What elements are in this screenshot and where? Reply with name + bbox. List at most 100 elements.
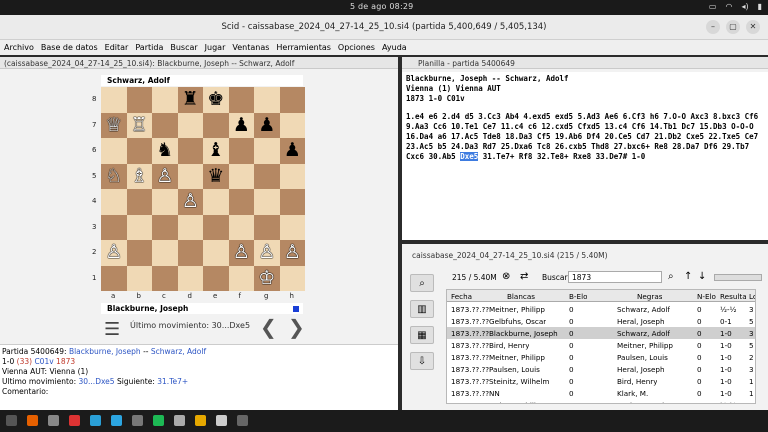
info-white-player[interactable]: Blackburne, Joseph bbox=[69, 347, 141, 356]
chess-piece[interactable]: ♙ bbox=[101, 240, 127, 266]
table-row[interactable]: 1873.??.?? Bird, Henry 0 Meitner, Philipp 0 1… bbox=[447, 339, 755, 351]
chess-piece[interactable]: ♖ bbox=[127, 113, 153, 139]
board-square[interactable] bbox=[203, 189, 229, 215]
spotify-icon[interactable] bbox=[153, 415, 164, 426]
games-panel-tab[interactable]: caissabase_2024_04_27-14_25_10.si4 (215 … bbox=[402, 248, 768, 262]
board-square[interactable] bbox=[152, 214, 178, 240]
scid-icon[interactable] bbox=[216, 415, 227, 426]
info-next-move[interactable]: 31.Te7+ bbox=[157, 377, 188, 386]
apps-icon[interactable] bbox=[6, 415, 17, 426]
board-square[interactable] bbox=[126, 214, 152, 240]
statistics-icon[interactable]: ▥ bbox=[410, 300, 434, 318]
info-eco[interactable]: C01v bbox=[34, 357, 53, 366]
menu-herramientas[interactable]: Herramientas bbox=[276, 40, 335, 55]
chess-piece[interactable]: ♟ bbox=[280, 138, 306, 164]
col-belo[interactable]: B-Elo bbox=[569, 292, 587, 301]
board-icon[interactable]: ▦ bbox=[410, 326, 434, 344]
arrow-down-icon[interactable]: ↓ bbox=[698, 271, 706, 282]
volume-icon[interactable]: ◂) bbox=[741, 2, 748, 11]
prev-move-icon[interactable]: ❮ bbox=[260, 315, 277, 339]
monitor-icon[interactable]: ▭ bbox=[709, 2, 717, 11]
menu-buscar[interactable]: Buscar bbox=[170, 40, 201, 55]
current-move-highlight[interactable]: Dxe5 bbox=[460, 152, 479, 161]
board-square[interactable] bbox=[101, 138, 127, 164]
board-square[interactable] bbox=[228, 214, 254, 240]
filter-settings-icon[interactable]: ⇄ bbox=[520, 271, 528, 282]
wifi-icon[interactable]: ◠ bbox=[725, 2, 732, 11]
board-square[interactable] bbox=[126, 189, 152, 215]
board-square[interactable] bbox=[101, 87, 127, 113]
firefox-icon[interactable] bbox=[27, 415, 38, 426]
board-square[interactable] bbox=[254, 87, 280, 113]
chess-piece[interactable]: ♞ bbox=[152, 138, 178, 164]
arrow-up-icon[interactable]: ↑ bbox=[684, 271, 692, 282]
menu-base-de-datos[interactable]: Base de datos bbox=[41, 40, 102, 55]
table-row[interactable]: 1873.??.?? Steinitz, Wilhelm 0 Bird, Henry 0… bbox=[447, 375, 755, 387]
board-square[interactable] bbox=[101, 265, 127, 291]
board-square[interactable] bbox=[177, 138, 203, 164]
menu-opciones[interactable]: Opciones bbox=[338, 40, 379, 55]
chess-piece[interactable]: ♟ bbox=[229, 113, 255, 139]
board-square[interactable] bbox=[228, 138, 254, 164]
board-square[interactable] bbox=[177, 240, 203, 266]
board-square[interactable] bbox=[126, 265, 152, 291]
app-light-icon[interactable] bbox=[174, 415, 185, 426]
col-fecha[interactable]: Fecha bbox=[451, 292, 472, 301]
minimize-icon[interactable]: – bbox=[706, 20, 720, 34]
games-table[interactable]: Fecha Blancas B-Elo Negras N-Elo Resulta… bbox=[446, 289, 756, 404]
clock[interactable]: 5 de ago 08:29 bbox=[350, 2, 413, 11]
pgn-moves[interactable]: 1.e4 e6 2.d4 d5 3.Cc3 Ab4 4.exd5 exd5 5.… bbox=[406, 112, 764, 162]
chess-piece[interactable]: ♝ bbox=[203, 138, 229, 164]
chess-piece[interactable]: ♔ bbox=[254, 266, 280, 292]
board-square[interactable] bbox=[254, 163, 280, 189]
board-square[interactable] bbox=[177, 163, 203, 189]
chess-piece[interactable]: ♙ bbox=[178, 189, 204, 215]
chess-piece[interactable]: ♕ bbox=[101, 113, 127, 139]
board-square[interactable] bbox=[177, 265, 203, 291]
info-last-move[interactable]: 30...Dxe5 bbox=[79, 377, 115, 386]
board-square[interactable] bbox=[279, 214, 305, 240]
col-negras[interactable]: Negras bbox=[637, 292, 662, 301]
menu-partida[interactable]: Partida bbox=[135, 40, 167, 55]
magnifier-icon[interactable]: ⌕ bbox=[410, 274, 434, 292]
col-resultado[interactable]: Resulta bbox=[720, 292, 747, 301]
board-square[interactable] bbox=[203, 112, 229, 138]
board-square[interactable] bbox=[228, 87, 254, 113]
col-blancas[interactable]: Blancas bbox=[507, 292, 535, 301]
pgn-text[interactable]: Blackburne, Joseph -- Schwarz, Adolf Vie… bbox=[402, 72, 768, 240]
system-tray[interactable]: ▭ ◠ ◂) ▮ bbox=[709, 2, 762, 11]
board-square[interactable] bbox=[279, 112, 305, 138]
chess-piece[interactable]: ♙ bbox=[229, 240, 255, 266]
search-icon[interactable]: ⌕ bbox=[668, 271, 674, 282]
terminal-icon[interactable] bbox=[237, 415, 248, 426]
table-row[interactable]: 1873.??.?? Blackburne, Joseph 0 Schwarz, Ad… bbox=[447, 327, 755, 339]
table-row[interactable]: 1873.??.?? Meitner, Philipp 0 Schwarz, Adol… bbox=[447, 303, 755, 315]
table-row[interactable]: 1873.??.??Meitner, Philipp 0 Paulsen, Loui… bbox=[447, 399, 755, 404]
battery-icon[interactable]: ▮ bbox=[758, 2, 762, 11]
board-square[interactable] bbox=[279, 265, 305, 291]
board-square[interactable] bbox=[228, 163, 254, 189]
table-row[interactable]: 1873.??.??Meitner, Philipp 0 Paulsen, Loui… bbox=[447, 351, 755, 363]
chess-piece[interactable]: ♛ bbox=[203, 164, 229, 190]
chess-piece[interactable]: ♗ bbox=[127, 164, 153, 190]
maximize-icon[interactable]: ▢ bbox=[726, 20, 740, 34]
menu-ayuda[interactable]: Ayuda bbox=[382, 40, 411, 55]
table-row[interactable]: 1873.??.?? Gelbfuhs, Oscar 0 Heral, Joseph 0… bbox=[447, 315, 755, 327]
board-square[interactable] bbox=[177, 214, 203, 240]
board-square[interactable] bbox=[177, 112, 203, 138]
app-red-icon[interactable] bbox=[69, 415, 80, 426]
board-square[interactable] bbox=[126, 138, 152, 164]
table-row[interactable]: 1873.??.?? NN 0 Klark, M. 0 1-0 1 bbox=[447, 387, 755, 399]
board-square[interactable] bbox=[228, 189, 254, 215]
board-square[interactable] bbox=[203, 265, 229, 291]
board-square[interactable] bbox=[279, 87, 305, 113]
board-square[interactable] bbox=[203, 240, 229, 266]
board-square[interactable] bbox=[254, 138, 280, 164]
board-square[interactable] bbox=[203, 214, 229, 240]
board-square[interactable] bbox=[152, 189, 178, 215]
next-move-icon[interactable]: ❯ bbox=[288, 315, 305, 339]
files-icon[interactable] bbox=[48, 415, 59, 426]
info-black-player[interactable]: Schwarz, Adolf bbox=[151, 347, 206, 356]
zoom-slider[interactable] bbox=[714, 274, 762, 281]
chess-piece[interactable]: ♙ bbox=[254, 240, 280, 266]
